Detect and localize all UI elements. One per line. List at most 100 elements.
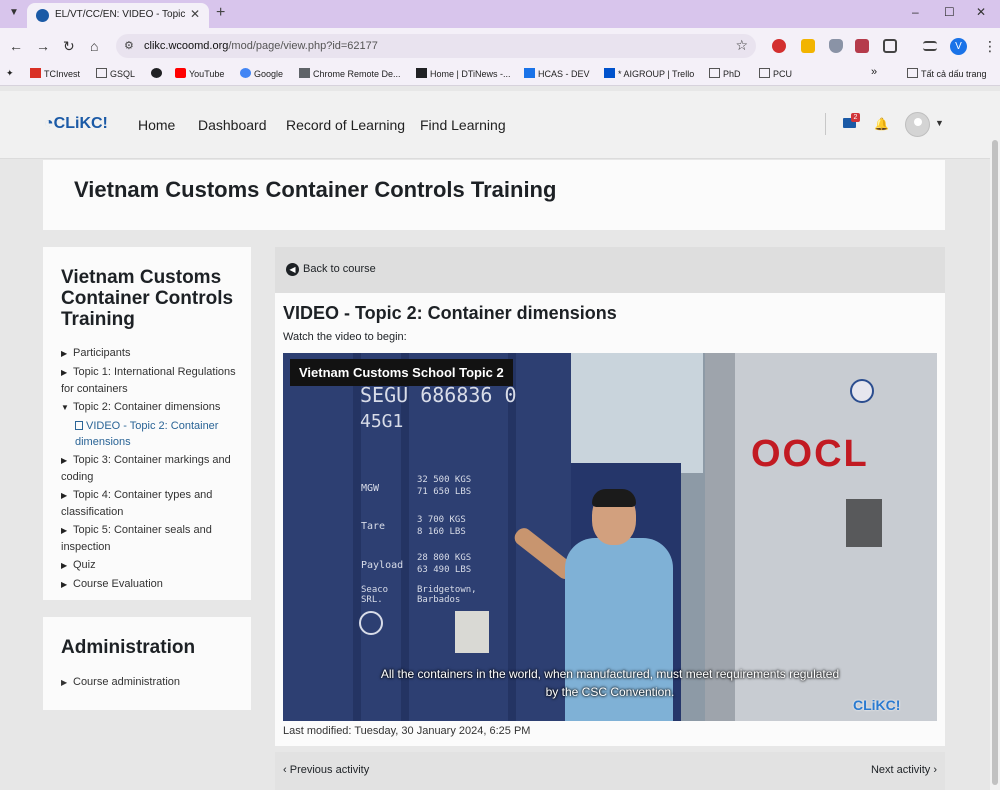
sidebar-item-topic-2[interactable]: ▼ Topic 2: Container dimensions [61,399,243,416]
nav-find-learning[interactable]: Find Learning [420,117,506,133]
video-watermark-logo: CLiKC! [853,697,901,713]
extension-shield-icon[interactable] [829,39,843,53]
video-person-hair [592,489,636,507]
bookmark-gsql[interactable]: GSQL [96,68,135,79]
previous-activity-link[interactable]: ‹ Previous activity [283,764,369,776]
hcas-icon [524,68,535,78]
folder-icon [759,68,770,78]
administration-block: Administration ▶ Course administration [43,617,251,710]
course-navigation-list: ▶ Participants ▶ Topic 1: International Re… [61,345,243,595]
extension-opera-icon[interactable] [772,39,786,53]
new-tab-icon[interactable]: + [216,4,225,22]
extensions-puzzle-icon[interactable] [883,39,897,53]
course-administration-link[interactable]: ▶ Course administration [61,676,180,688]
bookmark-google[interactable]: Google [240,68,283,79]
activity-intro: Watch the video to begin: [283,331,407,343]
chrome-remote-icon [299,68,310,78]
sidebar-item-quiz[interactable]: ▶ Quiz [61,557,243,574]
browser-toolbar: ← → ↻ ⌂ ⚙ clikc.wcoomd.org/mod/page/view… [0,28,1000,64]
chevron-right-icon: ▶ [61,561,68,570]
folder-icon [907,68,918,78]
sidebar-course-title[interactable]: Vietnam Customs Container Controls Train… [61,267,241,330]
plate-label-payload: Payload [361,560,404,571]
plate-owner-location: Bridgetown, Barbados [417,585,477,605]
browser-tab-strip: ▼ EL/VT/CC/EN: VIDEO - Topic 2: Containe… [0,0,1000,28]
container-vent-icon [846,499,882,547]
tcinvest-icon [30,68,41,78]
administration-title: Administration [61,637,196,658]
bookmark-trello[interactable]: * AIGROUP | Trello [604,68,694,79]
bookmark-pcu[interactable]: PCU [759,68,792,79]
course-navigation-block: Vietnam Customs Container Controls Train… [43,247,251,600]
bookmark-youtube[interactable]: YouTube [175,68,224,79]
nav-dashboard[interactable]: Dashboard [198,117,267,133]
tab-close-icon[interactable]: ✕ [190,7,200,21]
maximize-icon[interactable]: ☐ [944,5,955,19]
sidebar-item-topic-1[interactable]: ▶ Topic 1: International Regulations for … [61,364,243,397]
bookmark-dtinews[interactable]: Home | DTiNews -... [416,68,511,79]
sidebar-item-course-evaluation[interactable]: ▶ Course Evaluation [61,576,243,593]
forward-arrow-icon[interactable]: → [36,38,50,54]
bookmark-hcas[interactable]: HCAS - DEV [524,68,590,79]
site-info-icon[interactable]: ⚙ [124,39,134,52]
video-player[interactable]: SEGU 686836 0 45G1 MGW 32 500 KGS 71 650… [283,353,937,721]
reload-icon[interactable]: ↻ [63,38,75,55]
site-header: ◔CLiKC! Home Dashboard Record of Learnin… [0,91,990,159]
bookmarks-overflow-icon[interactable]: » [871,66,877,78]
back-to-course-link[interactable]: Back to course [303,263,376,275]
nav-home[interactable]: Home [138,117,175,133]
sidebar-item-video-topic-2[interactable]: VIDEO - Topic 2: Container dimensions [61,418,243,450]
google-icon [240,68,251,78]
clikc-logo[interactable]: ◔CLiKC! [44,115,108,133]
sidebar-item-participants[interactable]: ▶ Participants [61,345,243,362]
page-scrollbar-thumb[interactable] [992,140,998,785]
next-activity-link[interactable]: Next activity › [871,764,937,776]
browser-tab-active[interactable]: EL/VT/CC/EN: VIDEO - Topic 2: Container … [27,3,209,28]
chevron-down-icon: ▼ [61,403,69,412]
globe-icon [151,68,162,78]
bookmark-apps-icon[interactable]: ✦ [6,68,14,79]
bookmark-globe[interactable] [151,68,165,79]
address-bar[interactable]: ⚙ clikc.wcoomd.org/mod/page/view.php?id=… [116,34,756,58]
extension-red-icon[interactable] [855,39,869,53]
chevron-right-icon: ▶ [61,580,68,589]
header-divider [825,113,826,135]
course-title: Vietnam Customs Container Controls Train… [74,177,557,202]
plate-label-tare: Tare [361,521,386,532]
browser-profile-avatar[interactable]: V [950,38,967,55]
tab-search-icon[interactable]: ▼ [6,5,22,21]
seal-emblem-icon [359,611,383,635]
bookmark-phd[interactable]: PhD [709,68,741,79]
sidebar-item-topic-3[interactable]: ▶ Topic 3: Container markings and coding [61,452,243,485]
home-icon[interactable]: ⌂ [90,38,98,54]
chevron-right-icon: ▶ [61,526,68,535]
video-subtitle-line-2: by the CSC Convention. [545,685,675,699]
bookmark-all[interactable]: Tất cả dấu trang [907,68,987,79]
container-code: SEGU 686836 0 [360,383,517,407]
notifications-bell-icon[interactable]: 🔔 [874,117,889,131]
media-controls-icon[interactable] [923,41,937,51]
bookmark-tcinvest[interactable]: TCInvest [30,68,80,79]
sidebar-item-topic-5[interactable]: ▶ Topic 5: Container seals and inspection [61,522,243,555]
user-menu-chevron-icon[interactable]: ▼ [935,118,944,128]
youtube-icon [175,68,186,78]
bookmark-chrome-remote[interactable]: Chrome Remote De... [299,68,401,79]
minimize-icon[interactable]: – [912,5,919,19]
container-type-code: 45G1 [360,411,404,432]
chevron-right-icon: ▶ [61,491,68,500]
dtinews-icon [416,68,427,78]
sidebar-item-topic-4[interactable]: ▶ Topic 4: Container types and classifica… [61,487,243,520]
plate-mgw-lbs: 71 650 LBS [417,487,472,497]
nav-record-of-learning[interactable]: Record of Learning [286,117,405,133]
extension-yellow-icon[interactable] [801,39,815,53]
browser-menu-icon[interactable]: ⋮ [983,38,997,55]
back-arrow-icon[interactable]: ← [9,38,23,54]
close-window-icon[interactable]: ✕ [976,5,986,19]
chevron-right-icon: › [930,764,937,776]
user-avatar[interactable] [905,112,930,137]
bookmark-star-icon[interactable]: ☆ [735,37,748,54]
back-circle-icon[interactable]: ◀ [286,263,299,276]
chevron-right-icon: ▶ [61,349,68,358]
last-modified: Last modified: Tuesday, 30 January 2024,… [283,725,531,737]
video-subtitle-line-1: All the containers in the world, when ma… [380,667,840,681]
